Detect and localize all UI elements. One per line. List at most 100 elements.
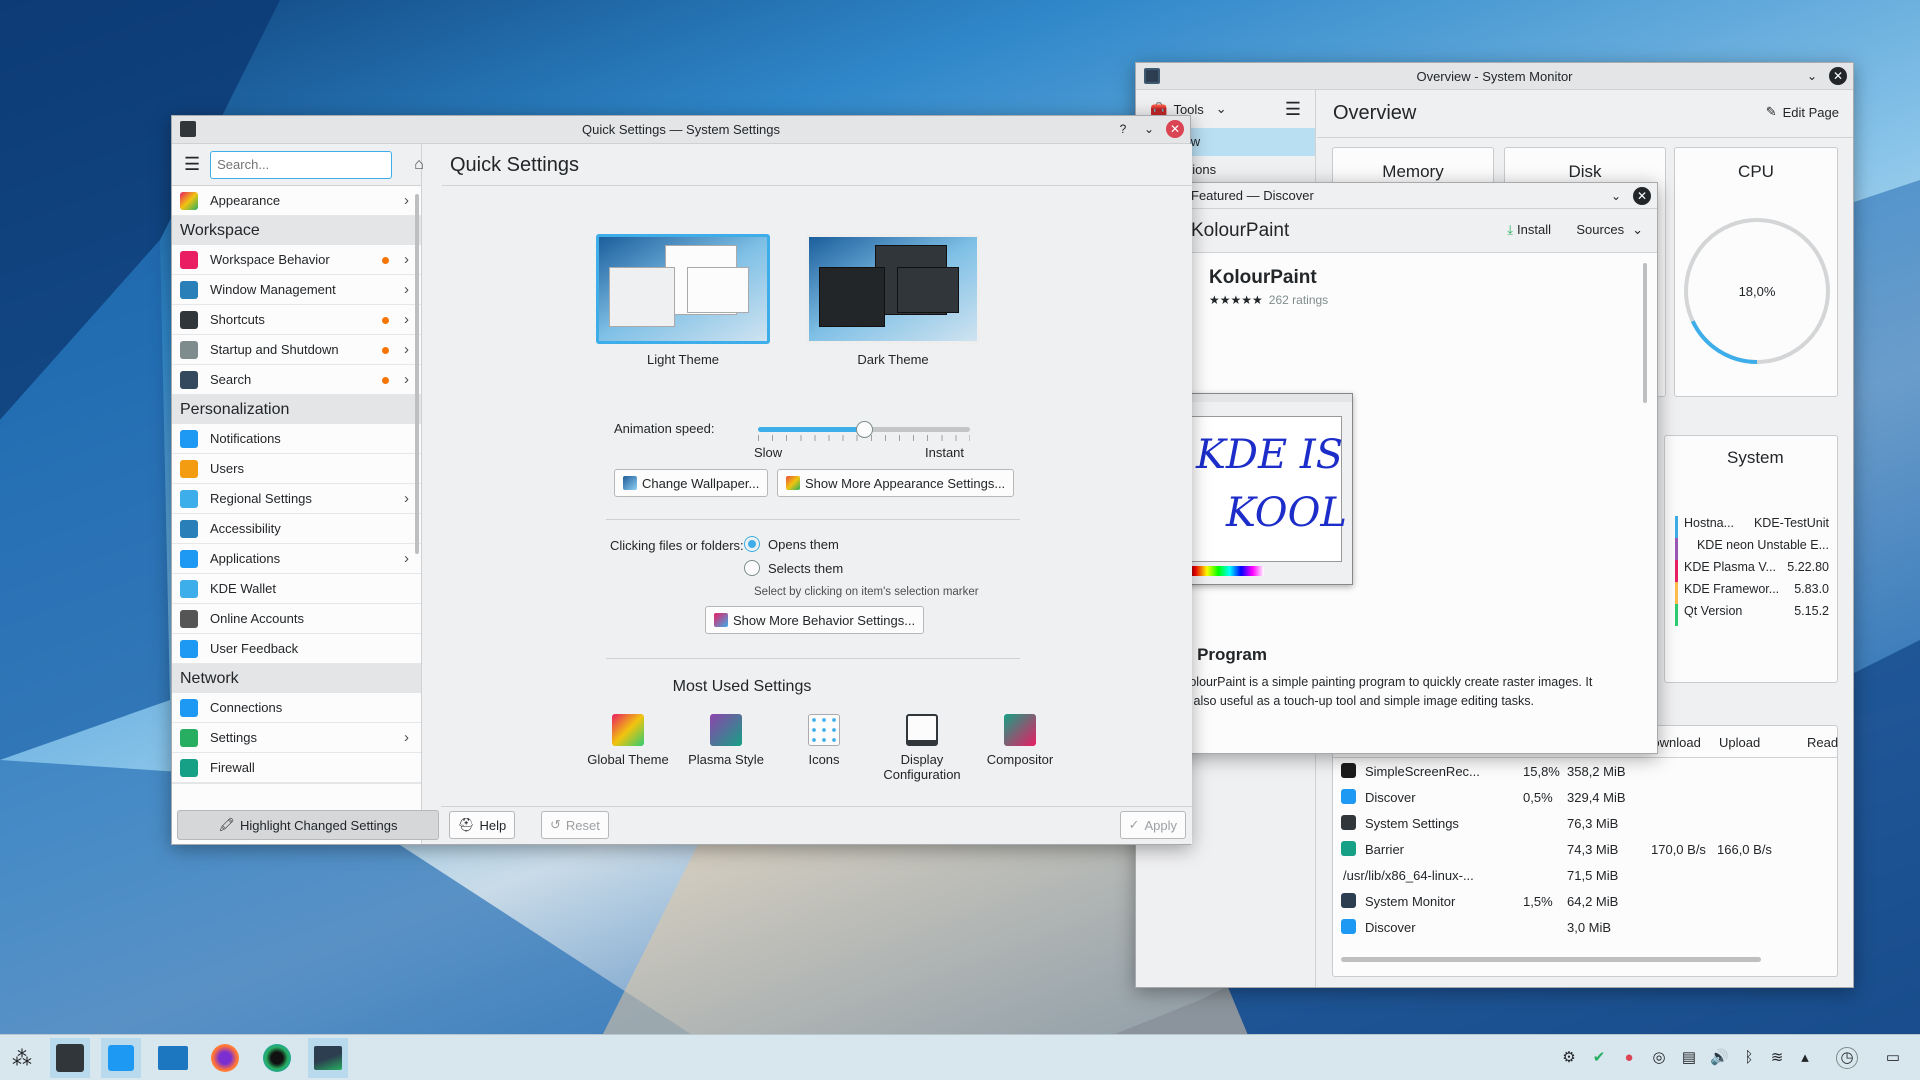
hamburger-menu-icon[interactable]: ☰ (1285, 99, 1301, 120)
discover-titlebar: Featured — Discover ⌄ ✕ (1171, 183, 1657, 209)
workspace-behavior-icon (180, 250, 198, 269)
sidebar-item-settings[interactable]: Settings › (172, 723, 421, 753)
plasma-style-item[interactable]: Plasma Style (677, 714, 775, 782)
updates-icon[interactable]: ✔ (1590, 1049, 1608, 1067)
notifications-icon[interactable]: ⚙ (1560, 1049, 1578, 1067)
discover-icon[interactable] (101, 1038, 141, 1078)
sidebar-scrollbar[interactable] (415, 194, 419, 554)
sidebar-header-network: Network (172, 664, 421, 693)
sidebar-item-shortcuts[interactable]: Shortcuts › (172, 305, 421, 335)
search-input[interactable] (210, 150, 393, 179)
sidebar-item-label: Users (210, 461, 244, 476)
minimize-button[interactable]: ⌄ (1140, 120, 1158, 138)
dolphin-icon[interactable] (153, 1038, 193, 1078)
col-upload[interactable]: Upload (1719, 735, 1760, 750)
col-read[interactable]: Read (1807, 735, 1838, 750)
opens-them-radio[interactable]: Opens them (744, 536, 839, 552)
sidebar-item-notifications[interactable]: Notifications (172, 424, 421, 454)
system-monitor-icon[interactable] (308, 1038, 348, 1078)
bluetooth-icon[interactable]: ᛒ (1740, 1049, 1758, 1067)
sidebar-item-window-management[interactable]: Window Management › (172, 275, 421, 305)
wallpaper-icon (623, 476, 637, 490)
sidebar-item-connections[interactable]: Connections (172, 693, 421, 723)
more-appearance-button[interactable]: Show More Appearance Settings... (777, 469, 1015, 497)
table-row[interactable]: Discover 3,0 MiB (1333, 914, 1837, 940)
sidebar-item-label: Regional Settings (210, 491, 312, 506)
home-icon[interactable]: ⌂ (414, 156, 424, 174)
compositor-item[interactable]: Compositor (971, 714, 1069, 782)
table-row[interactable]: Discover 0,5% 329,4 MiB (1333, 784, 1837, 810)
more-behavior-button[interactable]: Show More Behavior Settings... (705, 606, 925, 634)
cell-name: System Settings (1365, 816, 1459, 831)
sidebar-item-startup-and-shutdown[interactable]: Startup and Shutdown › (172, 335, 421, 365)
help-titlebar-button[interactable]: ? (1114, 120, 1132, 138)
highlight-changed-button[interactable]: 🖍 Highlight Changed Settings (177, 810, 439, 840)
table-row[interactable]: System Settings 76,3 MiB (1333, 810, 1837, 836)
app-screenshot[interactable]: KDE IS KOOL (1179, 393, 1353, 585)
appearance-icon (786, 476, 800, 490)
screen-recorder-icon[interactable] (257, 1038, 297, 1078)
slider-handle[interactable] (856, 421, 873, 438)
global-theme-item[interactable]: Global Theme (579, 714, 677, 782)
animation-speed-slider[interactable] (758, 421, 970, 447)
dark-theme-option[interactable]: Dark Theme (806, 234, 980, 367)
application-launcher-icon[interactable]: ⁂ (2, 1038, 42, 1078)
minimize-button[interactable]: ⌄ (1803, 67, 1821, 85)
hamburger-menu-icon[interactable]: ☰ (184, 154, 200, 175)
close-button[interactable]: ✕ (1829, 67, 1847, 85)
selects-them-radio[interactable]: Selects them (744, 560, 843, 576)
sidebar-item-users[interactable]: Users (172, 454, 421, 484)
firefox-icon[interactable] (205, 1038, 245, 1078)
volume-icon[interactable]: 🔊 (1710, 1049, 1729, 1067)
sources-menu[interactable]: Sources ⌄ (1576, 222, 1643, 238)
sidebar-item-kde-wallet[interactable]: KDE Wallet (172, 574, 421, 604)
reset-button[interactable]: ↺ Reset (541, 811, 609, 839)
sidebar-item-accessibility[interactable]: Accessibility (172, 514, 421, 544)
sidebar-item-appearance[interactable]: Appearance › (172, 186, 421, 216)
sidebar-item-search[interactable]: Search › (172, 365, 421, 395)
sidebar-header-personalization: Personalization (172, 395, 421, 424)
close-button[interactable]: ✕ (1633, 187, 1651, 205)
icons-item[interactable]: Icons (775, 714, 873, 782)
window-title: Overview - System Monitor (1416, 68, 1573, 84)
cell-mem: 74,3 MiB (1567, 842, 1619, 857)
table-row[interactable]: SimpleScreenRec... 15,8% 358,2 MiB (1333, 758, 1837, 784)
record-icon[interactable]: ● (1620, 1049, 1638, 1067)
system-settings-icon[interactable] (50, 1038, 90, 1078)
sidebar-item-online-accounts[interactable]: Online Accounts (172, 604, 421, 634)
vertical-scrollbar[interactable] (1643, 263, 1647, 403)
display-icon (906, 714, 938, 746)
sidebar-item-user-feedback[interactable]: User Feedback (172, 634, 421, 664)
expand-tray-icon[interactable]: ▴ (1796, 1049, 1814, 1067)
display-configuration-item[interactable]: Display Configuration (873, 714, 971, 782)
taskbar: ⁂ ⚙ ✔ ● ◎ ▤ 🔊 ᛒ ≋ ▴ ◷ ▭ (0, 1034, 1920, 1080)
help-button[interactable]: ⛑ Help (449, 811, 516, 839)
wifi-icon[interactable]: ≋ (1768, 1049, 1786, 1067)
reset-label: Reset (565, 817, 600, 833)
table-row[interactable]: System Monitor 1,5% 64,2 MiB (1333, 888, 1837, 914)
install-button[interactable]: ⤓ Install (1507, 222, 1551, 238)
minimize-button[interactable]: ⌄ (1607, 187, 1625, 205)
online-accounts-icon (180, 609, 198, 628)
table-row[interactable]: Barrier 74,3 MiB 170,0 B/s 166,0 B/s (1333, 836, 1837, 862)
apply-button[interactable]: ✓ Apply (1119, 811, 1186, 839)
close-button[interactable]: ✕ (1166, 120, 1184, 138)
show-desktop-icon[interactable]: ▭ (1884, 1049, 1902, 1067)
process-icon (1341, 815, 1356, 830)
sidebar-item-applications[interactable]: Applications › (172, 544, 421, 574)
sidebar-item-regional-settings[interactable]: Regional Settings › (172, 484, 421, 514)
horizontal-scrollbar[interactable] (1341, 957, 1761, 962)
change-wallpaper-button[interactable]: Change Wallpaper... (614, 469, 769, 497)
cpu-card: CPU 18,0% (1674, 147, 1838, 397)
clock-icon[interactable]: ◷ (1836, 1047, 1858, 1069)
sidebar-item-firewall[interactable]: Firewall (172, 753, 421, 783)
network-status-icon[interactable]: ◎ (1650, 1049, 1668, 1067)
table-row[interactable]: /usr/lib/x86_64-linux-... 71,5 MiB (1333, 862, 1837, 888)
dark-theme-label: Dark Theme (857, 352, 929, 367)
cell-mem: 3,0 MiB (1567, 920, 1612, 935)
sidebar-item-label: Notifications (210, 431, 281, 446)
light-theme-option[interactable]: Light Theme (596, 234, 770, 367)
sidebar-item-workspace-behavior[interactable]: Workspace Behavior › (172, 245, 421, 275)
clipboard-icon[interactable]: ▤ (1680, 1049, 1698, 1067)
edit-page-button[interactable]: ✎ Edit Page (1766, 104, 1839, 120)
